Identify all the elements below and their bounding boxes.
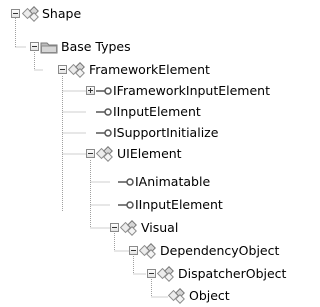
interface-icon: [96, 129, 112, 137]
tree-node-label: FrameworkElement: [89, 62, 210, 77]
tree-node-label: IInputElement: [113, 104, 201, 119]
tree-node-dependencyobject[interactable]: DependencyObject: [0, 240, 310, 262]
tree-node-label: Base Types: [61, 39, 131, 54]
type-hierarchy-tree: Shape Base Types FrameworkElement IFrame…: [0, 0, 320, 306]
class-icon: [157, 266, 174, 282]
interface-icon: [118, 178, 134, 186]
tree-node-label: IAnimatable: [135, 174, 211, 189]
tree-node-label: DispatcherObject: [178, 266, 287, 281]
class-icon: [22, 6, 39, 22]
tree-node-label: Visual: [141, 220, 179, 235]
tree-node-uielement[interactable]: UIElement: [0, 143, 200, 165]
tree-node-ianimatable[interactable]: IAnimatable: [0, 171, 240, 193]
tree-node-label: UIElement: [117, 146, 182, 161]
tree-node-visual[interactable]: Visual: [0, 217, 200, 239]
tree-node-label: DependencyObject: [160, 243, 280, 258]
expand-toggle[interactable]: [86, 86, 95, 95]
collapse-toggle[interactable]: [30, 42, 39, 51]
tree-node-base-types[interactable]: Base Types: [0, 36, 160, 58]
tree-node-label: Shape: [42, 6, 82, 21]
class-icon: [168, 288, 185, 304]
tree-node-label: Object: [189, 288, 230, 303]
collapse-toggle[interactable]: [110, 223, 119, 232]
tree-node-shape[interactable]: Shape: [0, 3, 90, 25]
interface-icon: [96, 108, 112, 116]
tree-node-isupportinitialize[interactable]: ISupportInitialize: [0, 122, 260, 144]
class-icon: [68, 62, 85, 78]
interface-icon: [96, 87, 112, 95]
tree-node-object[interactable]: Object: [0, 285, 260, 307]
tree-node-label: ISupportInitialize: [113, 125, 219, 140]
tree-node-dispatcherobject[interactable]: DispatcherObject: [0, 263, 320, 285]
collapse-toggle[interactable]: [129, 246, 138, 255]
tree-node-iinputelement[interactable]: IInputElement: [0, 194, 260, 216]
tree-node-iframeworkinputelement[interactable]: IFrameworkInputElement: [0, 80, 310, 102]
class-icon: [120, 220, 137, 236]
class-icon: [139, 243, 156, 259]
collapse-toggle[interactable]: [147, 269, 156, 278]
folder-icon: [40, 42, 58, 54]
tree-node-iinputelement[interactable]: IInputElement: [0, 101, 240, 123]
tree-node-label: IInputElement: [135, 197, 223, 212]
class-icon: [96, 146, 113, 162]
collapse-toggle[interactable]: [58, 65, 67, 74]
interface-icon: [118, 201, 134, 209]
collapse-toggle[interactable]: [11, 9, 20, 18]
tree-node-label: IFrameworkInputElement: [113, 83, 271, 98]
collapse-toggle[interactable]: [86, 149, 95, 158]
tree-node-frameworkelement[interactable]: FrameworkElement: [0, 59, 240, 81]
